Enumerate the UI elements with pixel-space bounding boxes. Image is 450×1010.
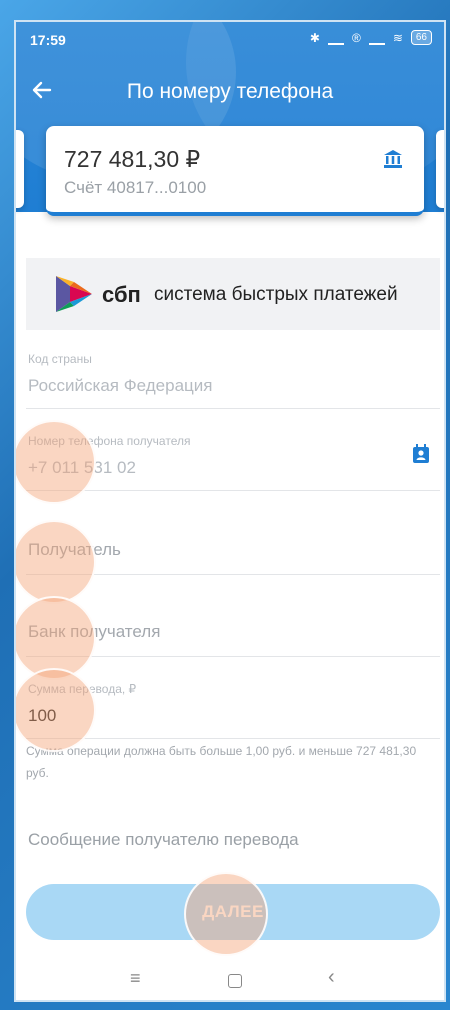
phone-label: Номер телефона получателя [28,434,191,448]
phone-field[interactable]: Номер телефона получателя +7 011 531 02 [26,426,440,491]
account-number: Счёт 40817...0100 [64,178,207,197]
country-label: Код страны [28,352,92,366]
signal-icon [327,31,344,45]
sbp-short-name: сбп [102,282,141,307]
roaming-icon: ® [351,30,361,45]
bluetooth-icon: ✱ [309,30,320,45]
signal-icon [368,31,385,45]
next-account-card[interactable] [436,130,444,208]
app-bar: По номеру телефона [16,68,444,116]
account-balance: 727 481,30 ₽ [64,146,201,172]
country-value: Российская Федерация [28,376,213,395]
status-icons: ✱ ® ≋ 66 [310,30,432,45]
amount-field[interactable]: Сумма перевода, ₽ 100 [26,674,440,739]
sbp-full-name: система быстрых платежей [154,284,398,305]
prev-account-card[interactable] [16,130,24,208]
sbp-logo-icon [52,272,96,316]
phone-screen: 17:59 ✱ ® ≋ 66 По номеру телефона 727 48… [16,22,444,1000]
battery-icon: 66 [410,30,432,45]
menu-icon[interactable]: ≡ [130,968,141,989]
wifi-icon: ≋ [392,30,403,45]
recipient-bank-field[interactable]: Банк получателя [26,592,440,657]
country-field[interactable]: Код страны Российская Федерация [26,344,440,409]
phone-input[interactable]: +7 011 531 02 [28,458,136,478]
home-icon[interactable] [228,974,242,988]
status-bar: 17:59 ✱ ® ≋ 66 [16,22,444,56]
message-placeholder: Сообщение получателю перевода [28,830,299,849]
account-card[interactable]: 727 481,30 ₽ Счёт 40817...0100 [46,126,424,216]
recipient-bank-placeholder: Банк получателя [28,622,161,641]
bank-icon [382,148,404,170]
next-button[interactable]: ДАЛЕЕ [26,884,440,940]
status-time: 17:59 [30,32,66,48]
back-icon[interactable]: ‹ [328,966,335,989]
recipient-field[interactable]: Получатель [26,510,440,575]
system-nav-bar: ≡ ‹ [16,962,444,1000]
sbp-banner: сбп система быстрых платежей [26,258,440,330]
recipient-placeholder: Получатель [28,540,121,559]
amount-hint: Сумма операции должна быть больше 1,00 р… [26,744,417,780]
page-title: По номеру телефона [126,80,334,103]
amount-label: Сумма перевода, ₽ [28,682,137,696]
message-field[interactable]: Сообщение получателю перевода [26,814,440,866]
amount-input[interactable]: 100 [28,706,56,726]
contacts-icon[interactable] [412,444,430,464]
